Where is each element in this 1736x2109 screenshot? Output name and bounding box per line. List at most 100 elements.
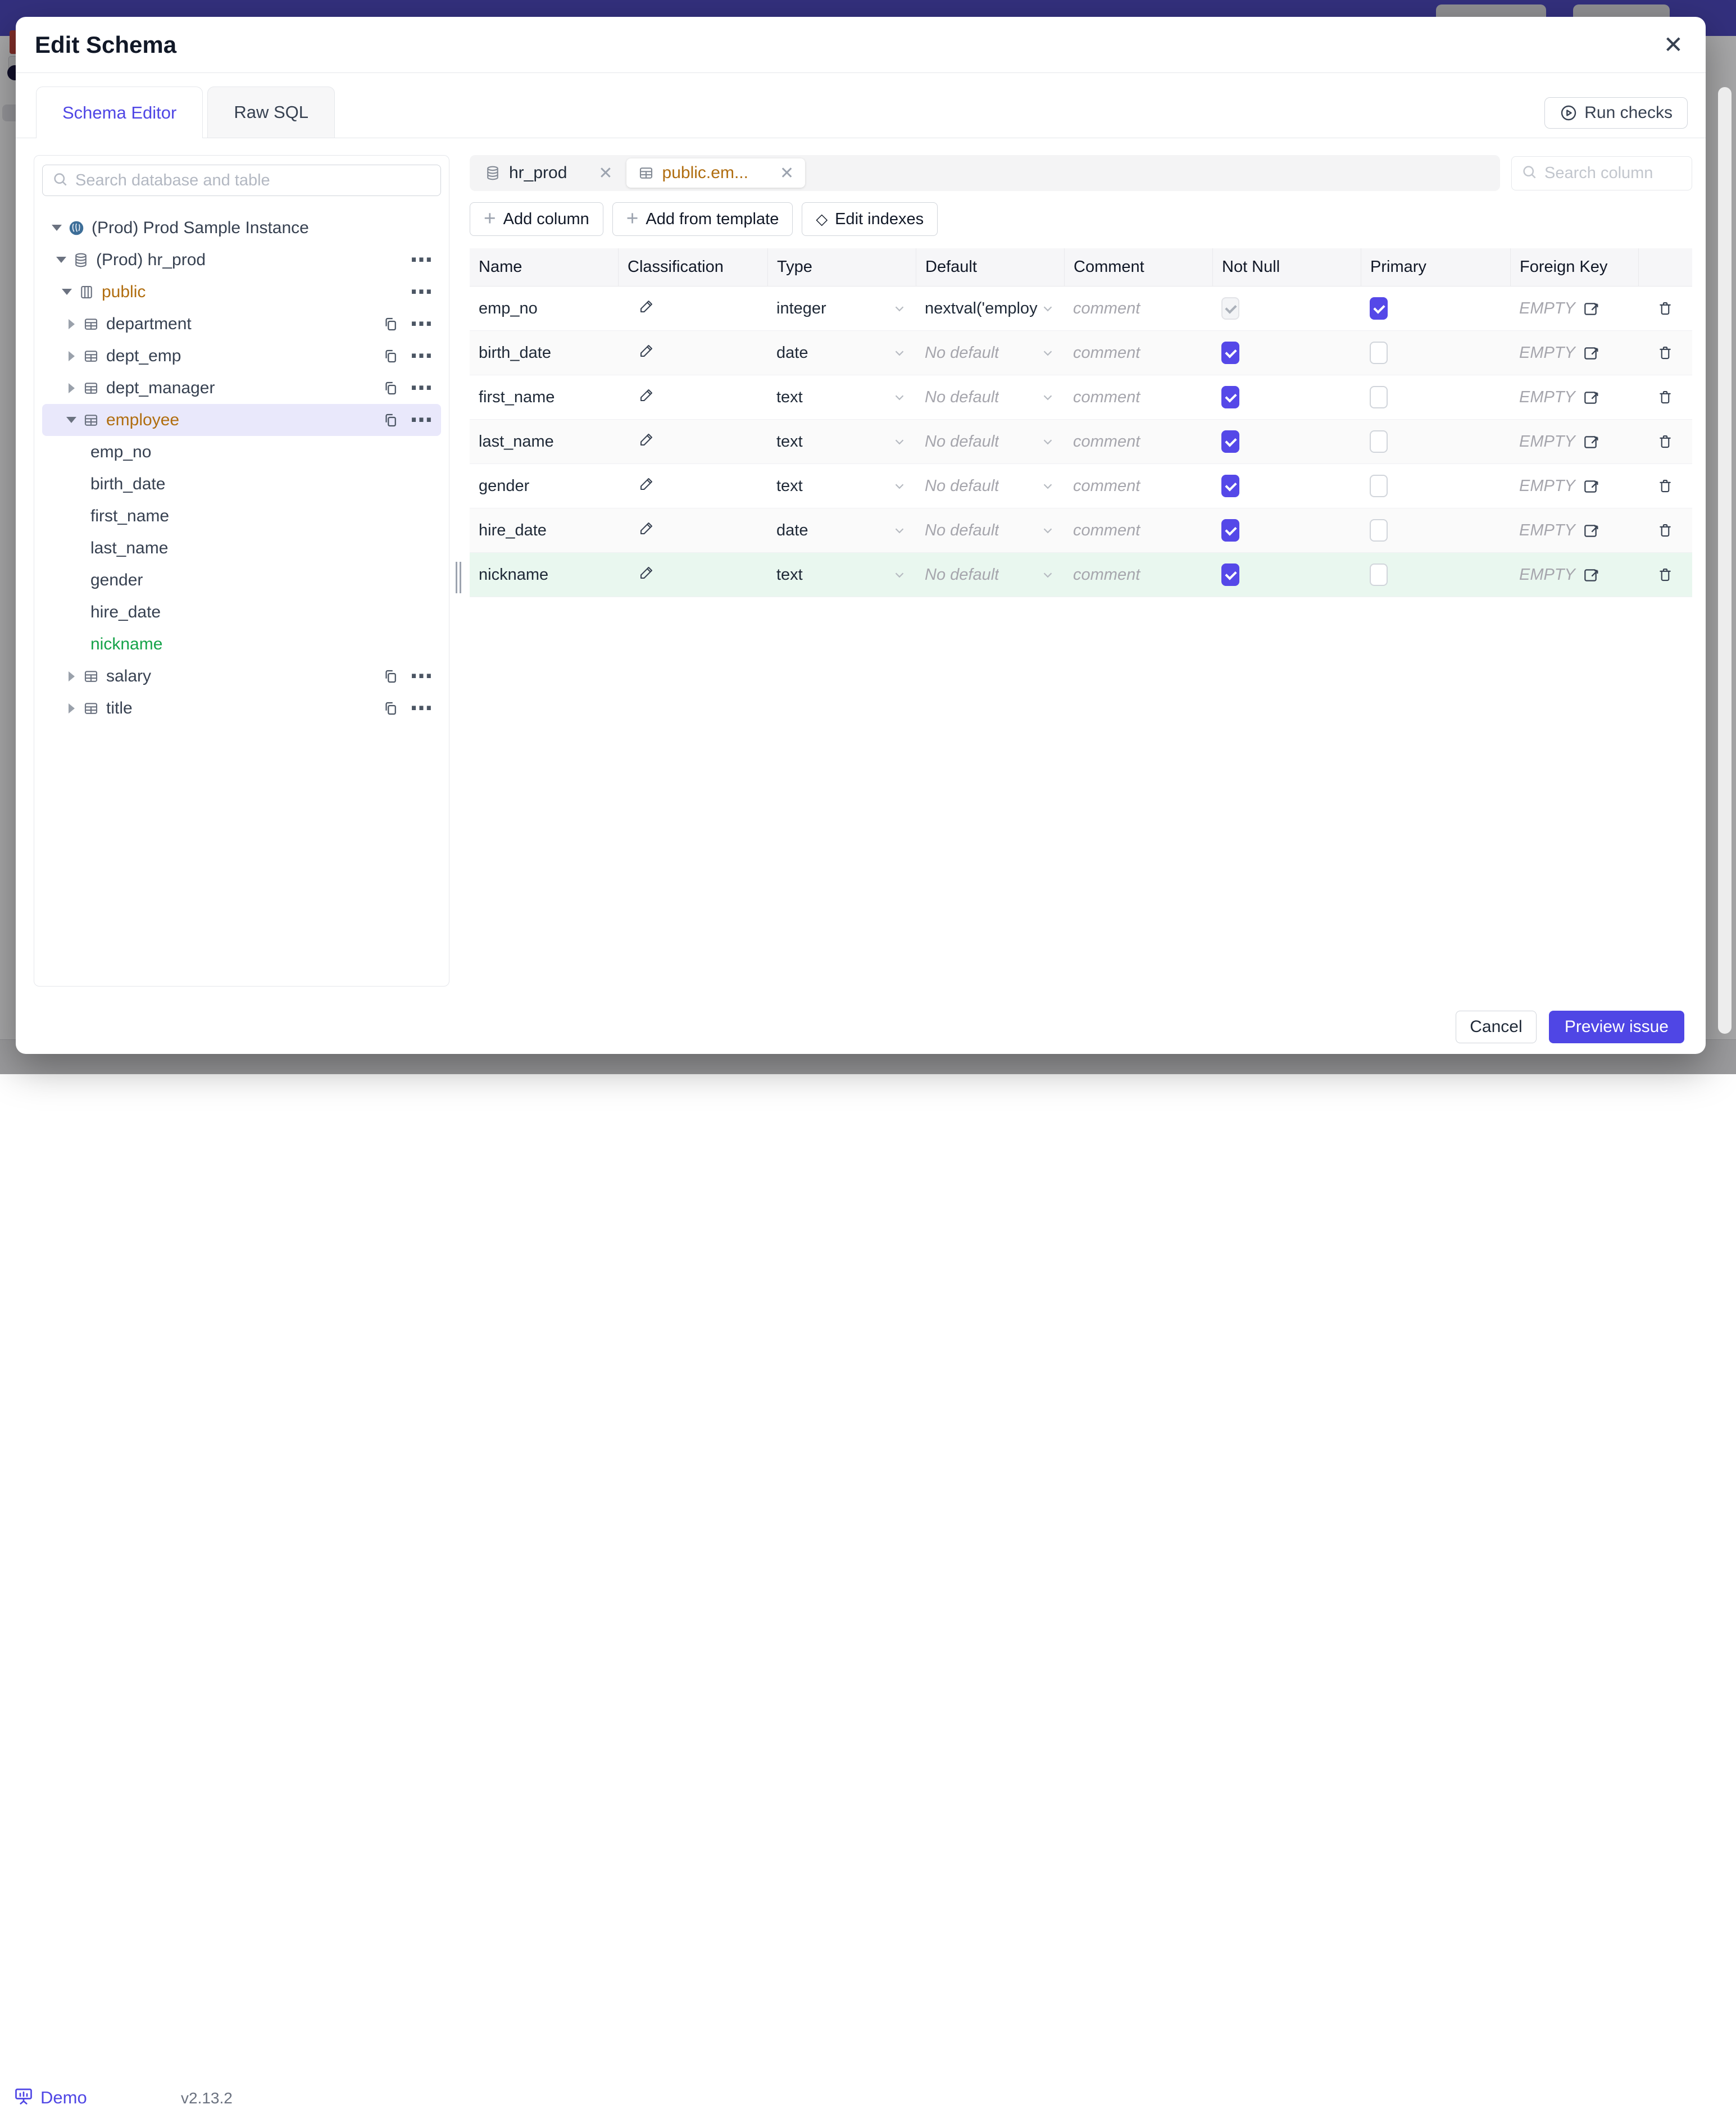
caret-icon[interactable] (63, 351, 79, 361)
close-tab-icon[interactable]: ✕ (598, 163, 612, 183)
edit-foreign-key-icon[interactable] (1582, 344, 1600, 362)
copy-icon[interactable] (382, 668, 399, 685)
tree-item--prod-prod-sample-instance[interactable]: (Prod) Prod Sample Instance (42, 212, 441, 244)
not-null-checkbox[interactable] (1221, 386, 1239, 408)
caret-icon[interactable] (59, 289, 75, 295)
trash-icon[interactable] (1657, 300, 1674, 317)
comment-cell[interactable]: comment (1064, 420, 1212, 463)
copy-icon[interactable] (382, 380, 399, 397)
column-name-cell[interactable]: nickname (470, 553, 618, 597)
classification-cell[interactable] (618, 464, 767, 508)
default-select[interactable]: No default (916, 508, 1064, 552)
column-name-cell[interactable]: first_name (470, 375, 618, 419)
primary-checkbox[interactable] (1370, 297, 1388, 320)
tree-item-employee[interactable]: employee ⋯ (42, 404, 441, 436)
caret-icon[interactable] (63, 319, 79, 329)
classification-cell[interactable] (618, 508, 767, 552)
classification-cell[interactable] (618, 287, 767, 330)
edit-foreign-key-icon[interactable] (1582, 388, 1600, 406)
column-name-cell[interactable]: emp_no (470, 287, 618, 330)
tab-schema-editor[interactable]: Schema Editor (36, 87, 203, 138)
caret-icon[interactable] (63, 383, 79, 393)
column-name-cell[interactable]: birth_date (470, 331, 618, 375)
tree-item-birth_date[interactable]: birth_date (42, 468, 441, 500)
copy-icon[interactable] (382, 316, 399, 333)
not-null-checkbox[interactable] (1221, 519, 1239, 542)
not-null-checkbox[interactable] (1221, 475, 1239, 497)
add-column-button[interactable]: + Add column (470, 202, 603, 236)
tree-item-title[interactable]: title ⋯ (42, 692, 441, 724)
pencil-icon[interactable] (638, 564, 655, 585)
tree-item-public[interactable]: public ⋯ (42, 276, 441, 308)
copy-icon[interactable] (382, 348, 399, 365)
trash-icon[interactable] (1657, 344, 1674, 361)
default-select[interactable]: No default (916, 553, 1064, 597)
column-name-cell[interactable]: hire_date (470, 508, 618, 552)
close-icon[interactable]: ✕ (1664, 33, 1683, 57)
trash-icon[interactable] (1657, 566, 1674, 583)
tree-item-dept_manager[interactable]: dept_manager ⋯ (42, 372, 441, 404)
caret-icon[interactable] (53, 257, 69, 263)
default-select[interactable]: No default (916, 375, 1064, 419)
pencil-icon[interactable] (638, 298, 655, 319)
browser-scrollbar-thumb[interactable] (1718, 87, 1732, 1034)
run-checks-button[interactable]: Run checks (1544, 97, 1688, 129)
edit-foreign-key-icon[interactable] (1582, 433, 1600, 451)
tree-item-emp_no[interactable]: emp_no (42, 436, 441, 468)
editor-tab-hr-prod[interactable]: hr_prod ✕ (473, 158, 624, 188)
default-select[interactable]: No default (916, 464, 1064, 508)
copy-icon[interactable] (382, 700, 399, 717)
primary-checkbox[interactable] (1370, 342, 1388, 364)
trash-icon[interactable] (1657, 389, 1674, 406)
type-select[interactable]: text (767, 553, 916, 597)
column-name-cell[interactable]: last_name (470, 420, 618, 463)
caret-icon[interactable] (63, 417, 79, 423)
not-null-checkbox[interactable] (1221, 430, 1239, 453)
not-null-checkbox[interactable] (1221, 563, 1239, 586)
type-select[interactable]: text (767, 464, 916, 508)
comment-cell[interactable]: comment (1064, 464, 1212, 508)
primary-checkbox[interactable] (1370, 430, 1388, 453)
primary-checkbox[interactable] (1370, 475, 1388, 497)
caret-icon[interactable] (49, 225, 65, 231)
trash-icon[interactable] (1657, 478, 1674, 494)
pencil-icon[interactable] (638, 342, 655, 363)
pencil-icon[interactable] (638, 387, 655, 408)
trash-icon[interactable] (1657, 433, 1674, 450)
default-select[interactable]: No default (916, 420, 1064, 463)
edit-foreign-key-icon[interactable] (1582, 566, 1600, 584)
default-select[interactable]: nextval('employ (916, 287, 1064, 330)
tree-item-gender[interactable]: gender (42, 564, 441, 596)
tree-item-last_name[interactable]: last_name (42, 532, 441, 564)
edit-foreign-key-icon[interactable] (1582, 299, 1600, 317)
tree-item--prod-hr_prod[interactable]: (Prod) hr_prod ⋯ (42, 244, 441, 276)
classification-cell[interactable] (618, 420, 767, 463)
close-tab-icon[interactable]: ✕ (780, 163, 794, 183)
edit-indexes-button[interactable]: ◇ Edit indexes (802, 202, 938, 236)
trash-icon[interactable] (1657, 522, 1674, 539)
tree-item-nickname[interactable]: nickname (42, 628, 441, 660)
caret-icon[interactable] (63, 671, 79, 681)
column-name-cell[interactable]: gender (470, 464, 618, 508)
comment-cell[interactable]: comment (1064, 331, 1212, 375)
primary-checkbox[interactable] (1370, 386, 1388, 408)
comment-cell[interactable]: comment (1064, 375, 1212, 419)
pencil-icon[interactable] (638, 475, 655, 497)
cancel-button[interactable]: Cancel (1455, 1011, 1537, 1043)
editor-tab-public-employee[interactable]: public.em... ✕ (626, 158, 806, 188)
classification-cell[interactable] (618, 331, 767, 375)
pencil-icon[interactable] (638, 431, 655, 452)
type-select[interactable]: integer (767, 287, 916, 330)
classification-cell[interactable] (618, 375, 767, 419)
comment-cell[interactable]: comment (1064, 553, 1212, 597)
type-select[interactable]: text (767, 420, 916, 463)
edit-foreign-key-icon[interactable] (1582, 477, 1600, 495)
classification-cell[interactable] (618, 553, 767, 597)
tree-item-hire_date[interactable]: hire_date (42, 596, 441, 628)
sidebar-search-input[interactable] (75, 171, 431, 190)
tree-item-dept_emp[interactable]: dept_emp ⋯ (42, 340, 441, 372)
tab-raw-sql[interactable]: Raw SQL (207, 87, 335, 138)
comment-cell[interactable]: comment (1064, 508, 1212, 552)
preview-issue-button[interactable]: Preview issue (1548, 1011, 1684, 1043)
not-null-checkbox[interactable] (1221, 297, 1239, 320)
